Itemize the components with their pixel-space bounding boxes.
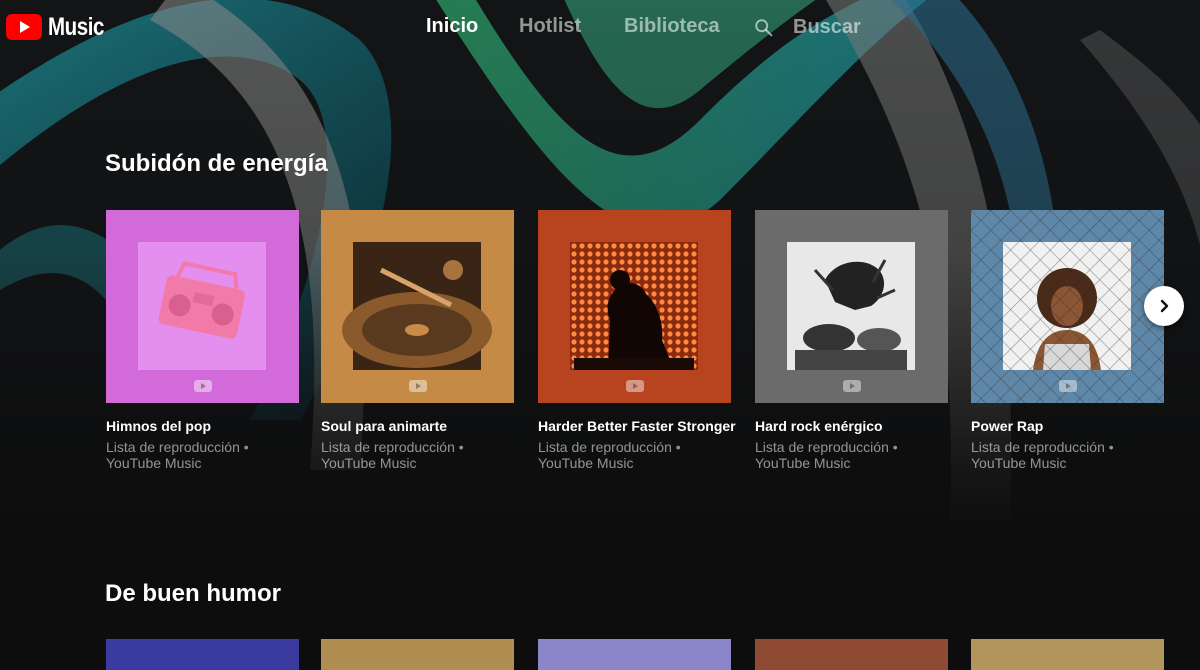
playlist-subtitle: Lista de reproducción • YouTube Music — [971, 439, 1114, 471]
playlist-card[interactable] — [538, 639, 731, 670]
playlist-owner[interactable]: YouTube Music — [538, 455, 681, 471]
playlist-thumbnail[interactable] — [321, 210, 514, 403]
playlist-thumbnail[interactable] — [971, 210, 1164, 403]
playlist-type: Lista de reproducción • — [106, 439, 249, 455]
logo-text: Music — [48, 12, 105, 41]
chevron-right-icon — [1160, 299, 1169, 313]
section-title-buen-humor: De buen humor — [105, 580, 282, 607]
playlist-owner[interactable]: YouTube Music — [971, 455, 1114, 471]
boombox-artwork — [106, 210, 299, 403]
carousel-next-button[interactable] — [1144, 286, 1184, 326]
playlist-thumbnail[interactable] — [755, 210, 948, 403]
playlist-title[interactable]: Hard rock enérgico — [755, 418, 883, 434]
playlist-owner[interactable]: YouTube Music — [321, 455, 464, 471]
playlist-type: Lista de reproducción • — [538, 439, 681, 455]
top-bar: Music Inicio Hotlist Biblioteca Buscar — [0, 0, 1200, 56]
youtube-music-logo[interactable]: Music — [6, 12, 116, 42]
playlist-thumbnail[interactable] — [755, 639, 948, 670]
youtube-badge-icon — [409, 380, 427, 392]
nav-inicio[interactable]: Inicio — [426, 15, 478, 38]
search-label: Buscar — [793, 16, 861, 38]
playlist-subtitle: Lista de reproducción • YouTube Music — [106, 439, 249, 471]
youtube-badge-icon — [1059, 380, 1077, 392]
nav-search[interactable]: Buscar — [753, 16, 861, 39]
playlist-type: Lista de reproducción • — [755, 439, 898, 455]
playlist-type: Lista de reproducción • — [971, 439, 1114, 455]
youtube-play-logo-icon — [6, 14, 42, 40]
drummer-artwork — [755, 210, 948, 403]
nav-hotlist[interactable]: Hotlist — [519, 15, 581, 38]
playlist-type: Lista de reproducción • — [321, 439, 464, 455]
playlist-title[interactable]: Soul para animarte — [321, 418, 447, 434]
playlist-subtitle: Lista de reproducción • YouTube Music — [321, 439, 464, 471]
youtube-badge-icon — [194, 380, 212, 392]
playlist-owner[interactable]: YouTube Music — [106, 455, 249, 471]
playlist-subtitle: Lista de reproducción • YouTube Music — [755, 439, 898, 471]
playlist-thumbnail[interactable] — [538, 639, 731, 670]
playlist-title[interactable]: Power Rap — [971, 418, 1043, 434]
playlist-card[interactable] — [106, 639, 299, 670]
playlist-thumbnail[interactable] — [106, 210, 299, 403]
turntable-artwork — [321, 210, 514, 403]
playlist-thumbnail[interactable] — [538, 210, 731, 403]
playlist-subtitle: Lista de reproducción • YouTube Music — [538, 439, 681, 471]
nav-biblioteca[interactable]: Biblioteca — [624, 15, 720, 38]
playlist-thumbnail[interactable] — [106, 639, 299, 670]
youtube-badge-icon — [843, 380, 861, 392]
playlist-thumbnail[interactable] — [321, 639, 514, 670]
playlist-title[interactable]: Harder Better Faster Stronger — [538, 418, 736, 434]
playlist-title[interactable]: Himnos del pop — [106, 418, 211, 434]
youtube-badge-icon — [626, 380, 644, 392]
dj-artwork — [538, 210, 731, 403]
playlist-card[interactable] — [755, 639, 948, 670]
section-title-subidon: Subidón de energía — [105, 150, 328, 177]
fence-portrait-artwork — [971, 210, 1164, 403]
playlist-card[interactable] — [321, 639, 514, 670]
playlist-owner[interactable]: YouTube Music — [755, 455, 898, 471]
playlist-thumbnail[interactable] — [971, 639, 1164, 670]
playlist-card[interactable] — [971, 639, 1164, 670]
search-icon — [755, 18, 773, 36]
